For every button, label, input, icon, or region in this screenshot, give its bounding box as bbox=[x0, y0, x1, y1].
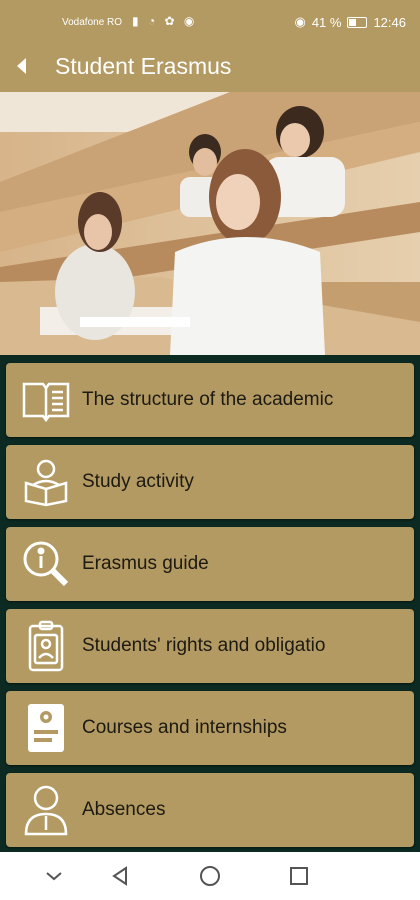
info-magnifier-icon bbox=[18, 536, 74, 592]
menu-item-label: Absences bbox=[82, 799, 166, 820]
menu-item-label: Erasmus guide bbox=[82, 553, 209, 574]
menu-item-study-activity[interactable]: Study activity bbox=[6, 445, 414, 519]
menu-item-rights-obligations[interactable]: Students' rights and obligatio bbox=[6, 609, 414, 683]
home-circle-icon bbox=[200, 866, 220, 886]
menu-item-courses-internships[interactable]: Courses and internships bbox=[6, 691, 414, 765]
back-triangle-icon bbox=[112, 866, 127, 886]
menu-item-erasmus-guide[interactable]: Erasmus guide bbox=[6, 527, 414, 601]
badge-clipboard-icon bbox=[18, 618, 74, 674]
menu-item-label: Courses and internships bbox=[82, 717, 287, 738]
battery-percent: 41 % bbox=[311, 14, 342, 30]
open-book-icon bbox=[18, 372, 74, 428]
menu-list: The structure of the academic Study acti… bbox=[0, 355, 420, 852]
back-arrow-icon bbox=[17, 58, 26, 74]
back-button[interactable] bbox=[4, 48, 40, 84]
nav-back-button[interactable] bbox=[108, 864, 132, 888]
recents-square-icon bbox=[290, 867, 308, 885]
menu-item-label: Students' rights and obligatio bbox=[82, 635, 326, 656]
chevron-down-icon bbox=[46, 872, 62, 881]
nav-recents-button[interactable] bbox=[287, 864, 311, 888]
carrier-label: Vodafone RO bbox=[62, 17, 123, 28]
menu-item-academic-structure[interactable]: The structure of the academic bbox=[6, 363, 414, 437]
menu-item-label: The structure of the academic bbox=[82, 389, 334, 410]
nav-home-button[interactable] bbox=[198, 864, 222, 888]
settings-document-icon bbox=[18, 700, 74, 756]
clock: 12:46 bbox=[373, 14, 406, 30]
student-reading-icon bbox=[18, 454, 74, 510]
signal-wifi-icons: ▮ ◔ ✿ ◉ bbox=[132, 14, 198, 28]
page-title: Student Erasmus bbox=[55, 53, 232, 79]
system-nav-bar bbox=[0, 852, 420, 900]
menu-item-absences[interactable]: Absences bbox=[6, 773, 414, 847]
status-bar: Vodafone RO ▮ ◔ ✿ ◉ ◉ 41 % 12:46 bbox=[0, 0, 420, 40]
menu-item-label: Study activity bbox=[82, 471, 194, 492]
battery-icon bbox=[347, 16, 368, 28]
app-bar: Student Erasmus bbox=[0, 40, 420, 92]
nav-hide-button[interactable] bbox=[42, 864, 66, 888]
person-icon bbox=[18, 782, 74, 838]
hero-image bbox=[0, 92, 420, 355]
eye-icon: ◉ bbox=[294, 14, 306, 29]
